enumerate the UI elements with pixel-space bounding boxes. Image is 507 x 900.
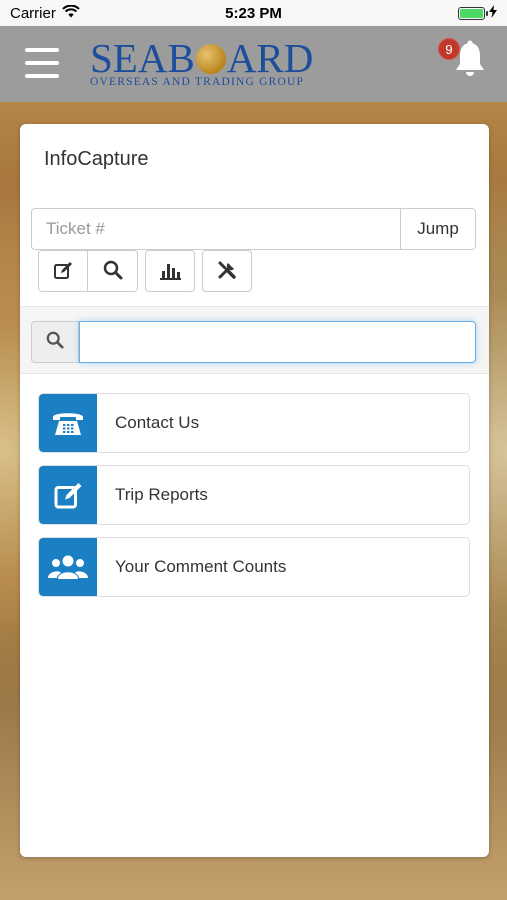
toolbar-group — [38, 250, 138, 292]
status-left: Carrier — [10, 4, 80, 22]
card-title: InfoCapture — [44, 148, 149, 170]
edit-button[interactable] — [38, 250, 88, 292]
tools-button[interactable] — [202, 250, 252, 292]
ticket-jump-group: Jump — [31, 208, 476, 250]
toolbar — [38, 250, 252, 292]
menu-list: Contact Us Trip Reports Your Comment Cou… — [38, 393, 470, 609]
edit-icon — [53, 260, 73, 283]
notifications-button[interactable]: 9 — [438, 38, 496, 88]
users-icon — [39, 538, 97, 596]
status-right — [458, 4, 497, 22]
notification-badge: 9 — [438, 38, 460, 60]
status-bar: Carrier 5:23 PM — [0, 0, 507, 26]
tools-icon — [217, 260, 237, 283]
menu-item-contact-us[interactable]: Contact Us — [38, 393, 470, 453]
search-icon — [103, 260, 123, 283]
menu-item-label: Contact Us — [115, 413, 200, 432]
infocapture-card: InfoCapture Jump — [20, 124, 489, 857]
menu-item-label: Trip Reports — [115, 485, 208, 504]
app-header: SEAB ARD OVERSEAS AND TRADING GROUP 9 — [0, 26, 507, 102]
logo-tagline: OVERSEAS AND TRADING GROUP — [90, 76, 305, 88]
menu-item-comment-counts[interactable]: Your Comment Counts — [38, 537, 470, 597]
battery-icon — [458, 6, 488, 20]
logo-wordmark: SEAB ARD — [90, 35, 314, 81]
menu-icon[interactable] — [25, 48, 59, 78]
search-icon — [46, 331, 64, 354]
menu-item-trip-reports[interactable]: Trip Reports — [38, 465, 470, 525]
charging-icon — [489, 4, 497, 22]
search-addon — [31, 321, 79, 363]
globe-icon — [195, 44, 226, 74]
seaboard-logo: SEAB ARD OVERSEAS AND TRADING GROUP — [90, 35, 320, 89]
search-input[interactable] — [79, 321, 476, 363]
edit-icon — [39, 466, 97, 524]
jump-button[interactable]: Jump — [401, 208, 476, 250]
search-section — [20, 306, 489, 374]
bell-icon — [452, 40, 488, 84]
carrier-label: Carrier — [10, 4, 56, 22]
ticket-input[interactable] — [31, 208, 401, 250]
search-button[interactable] — [88, 250, 138, 292]
chart-button[interactable] — [145, 250, 195, 292]
menu-item-label: Your Comment Counts — [115, 557, 287, 576]
wifi-icon — [62, 4, 80, 22]
phone-icon — [39, 394, 97, 452]
bar-chart-icon — [159, 260, 181, 283]
